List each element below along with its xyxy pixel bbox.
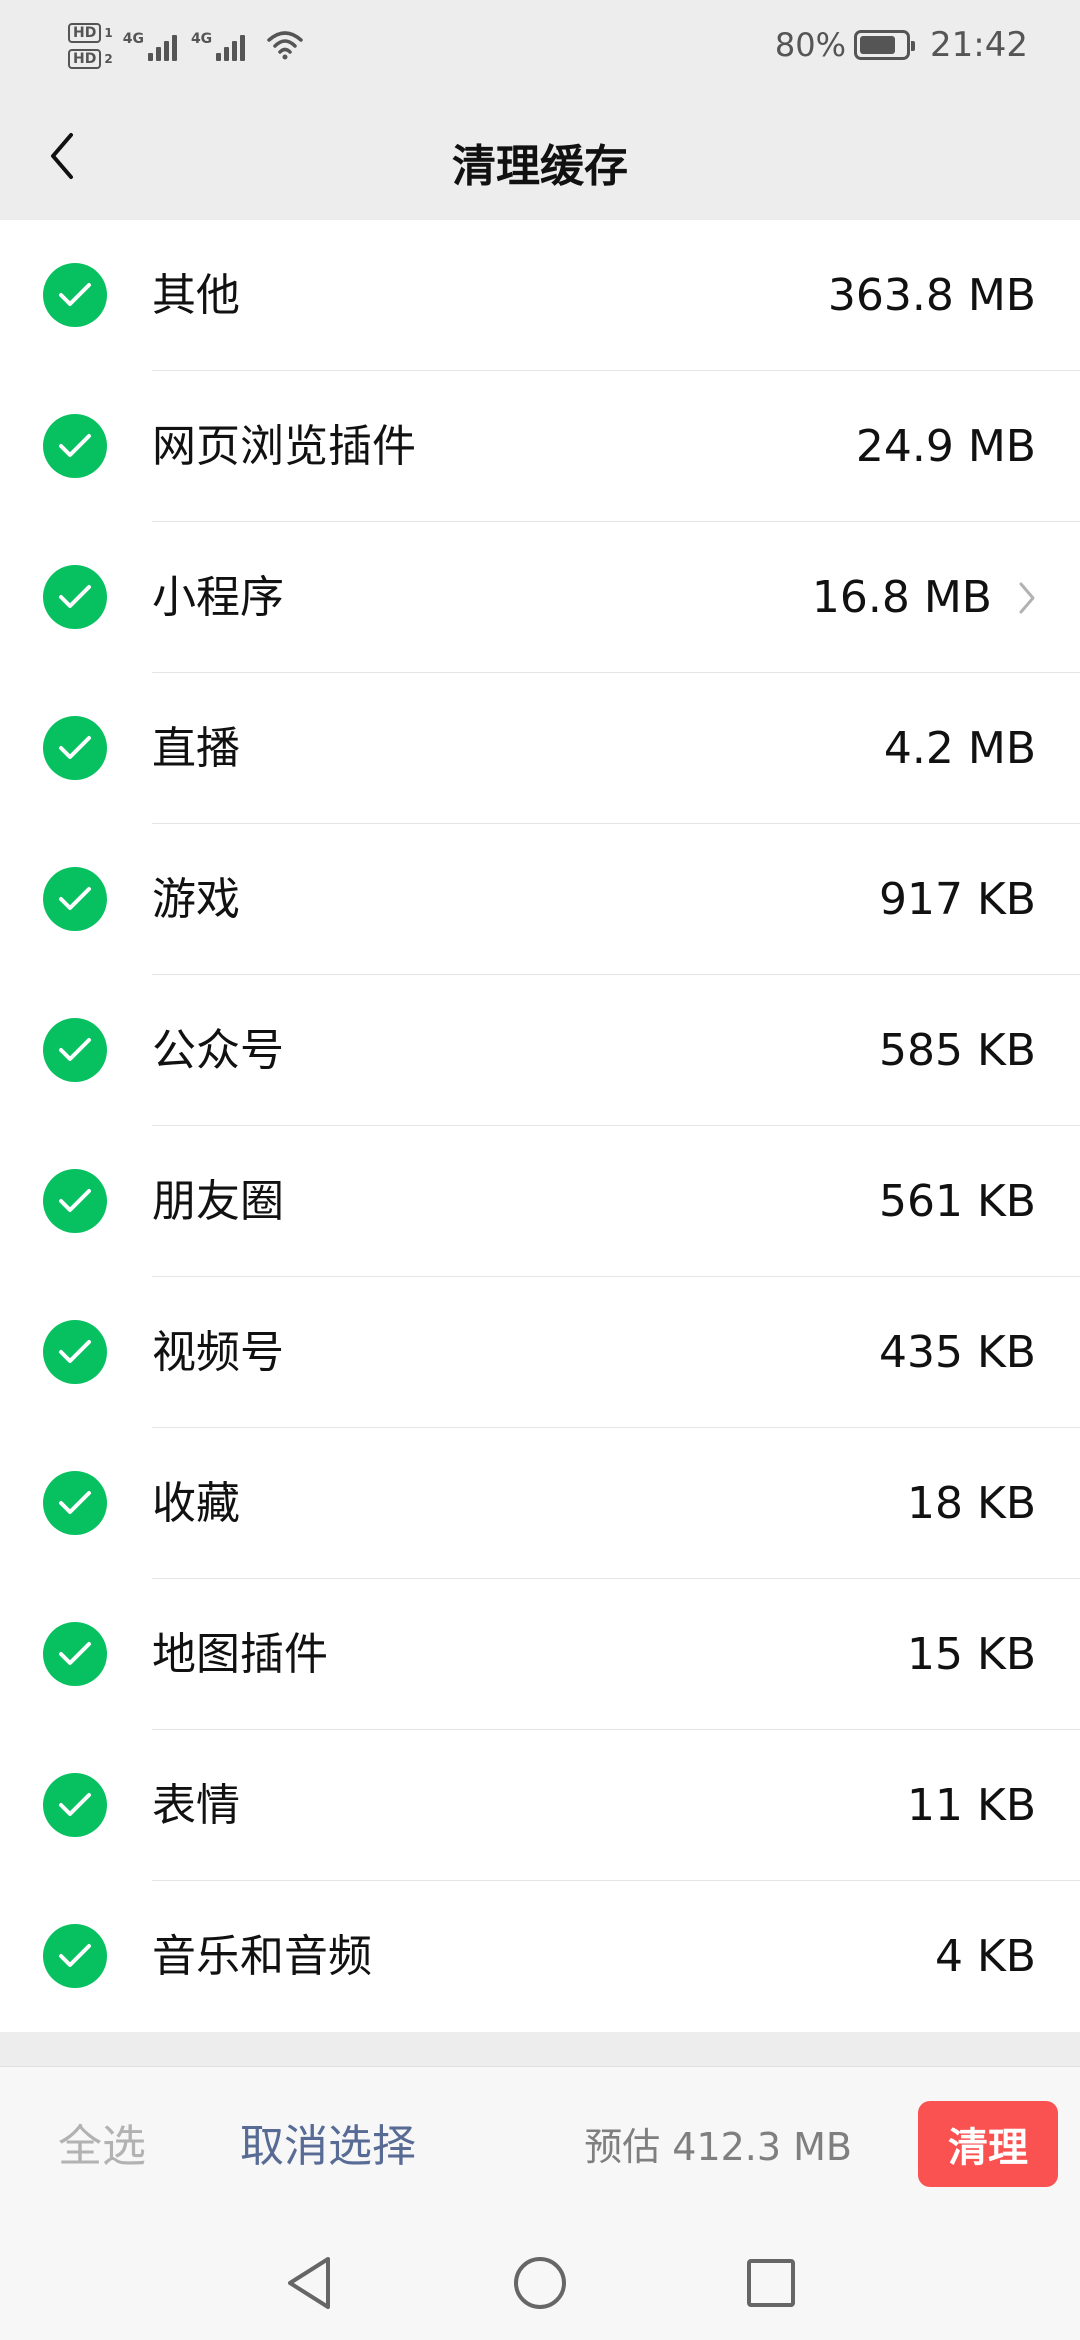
page-title: 清理缓存 [452, 141, 628, 192]
cache-item-value: 4 KB [935, 1881, 1036, 2032]
cache-item-row[interactable]: 其他 363.8 MB [0, 220, 1080, 371]
deselect-button[interactable]: 取消选择 [240, 2067, 416, 2227]
square-recents-icon [747, 2259, 795, 2307]
wifi-icon [265, 28, 305, 64]
cache-item-size: 363.8 MB [827, 270, 1036, 321]
cache-item-size: 585 KB [878, 1025, 1036, 1076]
cache-item-row[interactable]: 表情 11 KB [0, 1730, 1080, 1881]
checkmark-circle-icon[interactable] [43, 1924, 107, 1988]
cache-item-value: 917 KB [879, 824, 1036, 975]
system-back-button[interactable] [278, 2252, 340, 2314]
checkmark-circle-icon[interactable] [43, 1320, 107, 1384]
checkmark-circle-icon[interactable] [43, 1773, 107, 1837]
cache-item-row[interactable]: 地图插件 15 KB [0, 1579, 1080, 1730]
cache-item-row[interactable]: 收藏 18 KB [0, 1428, 1080, 1579]
checkmark-circle-icon[interactable] [43, 1169, 107, 1233]
cache-item-value: 18 KB [907, 1428, 1036, 1579]
status-bar: HD 1 HD 2 4G 4G 80% 21:42 [0, 0, 1080, 90]
clock: 21:42 [930, 25, 1028, 65]
system-recents-button[interactable] [740, 2252, 802, 2314]
cache-item-label: 其他 [152, 270, 240, 321]
cache-item-value: 16.8 MB [812, 522, 1036, 673]
cache-item-row[interactable]: 小程序 16.8 MB [0, 522, 1080, 673]
cache-item-size: 11 KB [906, 1780, 1036, 1831]
sim-number: 2 [104, 52, 113, 66]
checkmark-circle-icon[interactable] [43, 716, 107, 780]
cache-item-row[interactable]: 视频号 435 KB [0, 1277, 1080, 1428]
cache-item-row[interactable]: 音乐和音频 4 KB [0, 1881, 1080, 2032]
cache-item-label: 朋友圈 [152, 1176, 284, 1227]
checkmark-circle-icon[interactable] [43, 867, 107, 931]
cache-item-size: 435 KB [878, 1327, 1036, 1378]
triangle-back-icon [288, 2257, 330, 2309]
cache-item-size: 16.8 MB [811, 572, 992, 623]
cache-item-label: 表情 [152, 1780, 240, 1831]
cache-item-label: 视频号 [152, 1327, 284, 1378]
checkmark-circle-icon[interactable] [43, 1471, 107, 1535]
sim-indicators: HD 1 HD 2 [68, 23, 113, 69]
status-bar-left: HD 1 HD 2 4G 4G [68, 16, 305, 76]
signal-icon [147, 31, 177, 61]
cache-item-value: 585 KB [879, 975, 1036, 1126]
cache-item-label: 地图插件 [152, 1629, 328, 1680]
clean-button[interactable]: 清理 [918, 2101, 1058, 2187]
cache-item-size: 917 KB [878, 874, 1036, 925]
cache-item-row[interactable]: 公众号 585 KB [0, 975, 1080, 1126]
cache-item-row[interactable]: 朋友圈 561 KB [0, 1126, 1080, 1277]
cache-item-size: 4.2 MB [883, 723, 1036, 774]
cache-item-size: 4 KB [934, 1931, 1036, 1982]
cache-item-label: 网页浏览插件 [152, 421, 416, 472]
cache-item-size: 15 KB [906, 1629, 1036, 1680]
cache-item-size: 561 KB [878, 1176, 1036, 1227]
network-type: 4G [122, 31, 144, 47]
select-all-button[interactable]: 全选 [58, 2067, 146, 2227]
cache-item-label: 直播 [152, 723, 240, 774]
cache-item-label: 游戏 [152, 874, 240, 925]
estimate-size: 预估 412.3 MB [584, 2125, 852, 2169]
cache-item-value: 435 KB [879, 1277, 1036, 1428]
cache-item-size: 18 KB [906, 1478, 1036, 1529]
cache-item-label: 音乐和音频 [152, 1931, 372, 1982]
hd-badge: HD [68, 49, 102, 69]
status-bar-right: 80% 21:42 [775, 20, 1028, 70]
system-home-button[interactable] [509, 2252, 571, 2314]
signal-group-1: 4G [123, 31, 177, 61]
cache-item-value: 15 KB [907, 1579, 1036, 1730]
battery-percent: 80% [774, 26, 847, 64]
cache-item-value: 363.8 MB [828, 220, 1036, 371]
nav-bar: 清理缓存 [0, 90, 1080, 220]
checkmark-circle-icon[interactable] [43, 1622, 107, 1686]
cache-item-label: 小程序 [152, 572, 284, 623]
checkmark-circle-icon[interactable] [43, 565, 107, 629]
cache-item-label: 收藏 [152, 1478, 240, 1529]
cache-item-value: 4.2 MB [884, 673, 1036, 824]
signal-group-2: 4G [190, 31, 246, 61]
cache-item-value: 561 KB [879, 1126, 1036, 1277]
checkmark-circle-icon[interactable] [43, 263, 107, 327]
hd-badge: HD [68, 23, 102, 43]
signal-icon [216, 31, 246, 61]
cache-item-label: 公众号 [152, 1025, 284, 1076]
battery-fill [860, 36, 896, 54]
sim-number: 1 [104, 26, 113, 40]
action-bar: 全选 取消选择 预估 412.3 MB 清理 [0, 2066, 1080, 2226]
cache-item-row[interactable]: 网页浏览插件 24.9 MB [0, 371, 1080, 522]
cache-list: 其他 363.8 MB 网页浏览插件 24.9 MB 小程序 16.8 MB 直播 4.2 M… [0, 220, 1080, 2032]
chevron-right-icon [1018, 581, 1036, 615]
cache-item-value: 11 KB [907, 1730, 1036, 1881]
checkmark-circle-icon[interactable] [43, 1018, 107, 1082]
system-nav-bar [0, 2226, 1080, 2340]
checkmark-circle-icon[interactable] [43, 414, 107, 478]
battery-icon [854, 30, 916, 60]
cache-item-size: 24.9 MB [855, 421, 1036, 472]
cache-item-row[interactable]: 游戏 917 KB [0, 824, 1080, 975]
circle-home-icon [514, 2257, 566, 2309]
cache-item-value: 24.9 MB [856, 371, 1036, 522]
cache-item-row[interactable]: 直播 4.2 MB [0, 673, 1080, 824]
network-type: 4G [190, 31, 213, 47]
